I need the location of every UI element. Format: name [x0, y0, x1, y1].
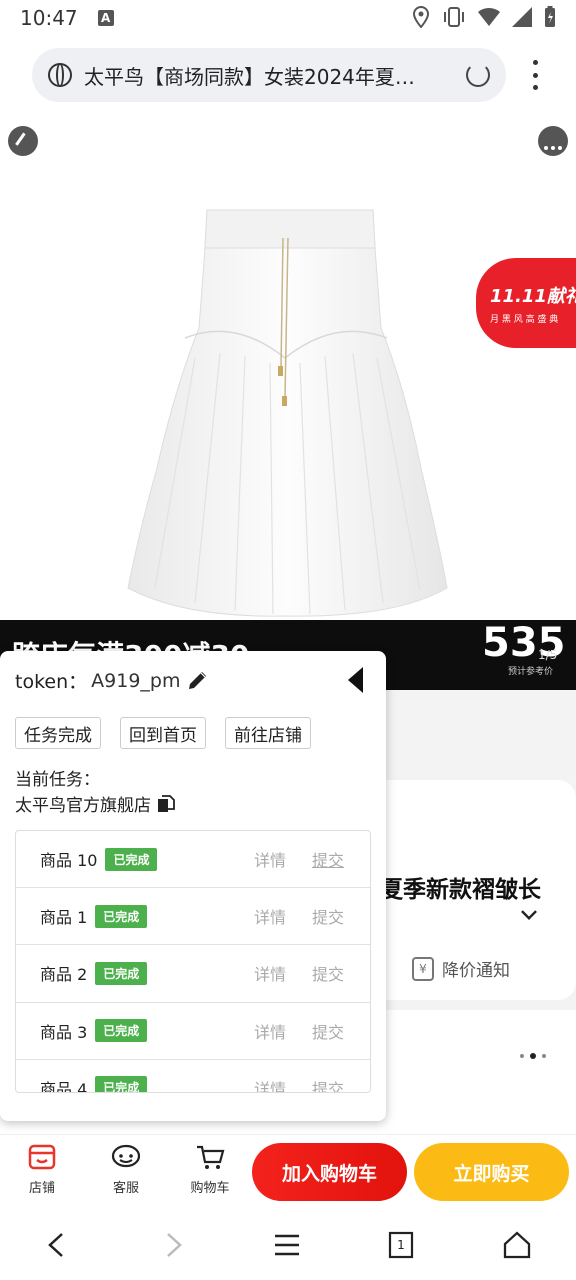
buy-now-button[interactable]: 立即购买	[414, 1143, 569, 1201]
image-pager: 1/5	[538, 648, 558, 662]
estimated-price-note: 预计参考价	[508, 667, 554, 677]
url-text[interactable]: 太平鸟【商场同款】女装2024年夏…	[84, 61, 454, 90]
add-to-cart-button[interactable]: 加入购物车	[252, 1143, 407, 1201]
current-task-label: 当前任务：	[15, 770, 100, 790]
status-icons	[412, 6, 556, 28]
shop-tab[interactable]: 店铺	[12, 1143, 72, 1196]
task-name: 商品 3	[40, 1022, 88, 1042]
product-image[interactable]: 11.11献礼 月 黑 风 高 盛 典	[0, 110, 576, 620]
detail-link[interactable]: 详情	[254, 1019, 286, 1043]
promo-badge-subtitle: 月 黑 风 高 盛 典	[490, 314, 559, 325]
product-title-fragment: 夏季新款褶皱长	[380, 877, 541, 903]
token-row: token： A919_pm	[15, 667, 180, 694]
back-home-button[interactable]: 回到首页	[120, 717, 206, 749]
edit-pencil-icon[interactable]	[186, 668, 210, 692]
task-row[interactable]: 商品 2 已完成 详情 提交	[16, 945, 370, 1003]
more-icon[interactable]	[538, 126, 568, 156]
price-alert-button[interactable]: ¥ 降价通知	[412, 956, 510, 981]
submit-link[interactable]: 提交	[312, 847, 344, 871]
status-time: 10:47	[20, 6, 78, 30]
current-shop-name: 太平鸟官方旗舰店	[15, 796, 151, 816]
go-shop-button[interactable]: 前往店铺	[225, 717, 311, 749]
tab-count: 1	[397, 1238, 405, 1252]
detail-link[interactable]: 详情	[254, 1076, 286, 1092]
task-name: 商品 10	[40, 851, 98, 871]
location-icon	[412, 6, 430, 28]
globe-icon	[48, 63, 72, 87]
shop-icon	[28, 1144, 56, 1170]
token-value: A919_pm	[91, 669, 181, 692]
tabs-nav-icon[interactable]: 1	[384, 1228, 418, 1262]
task-row[interactable]: 商品 10 已完成 详情 提交	[16, 831, 370, 889]
chat-icon	[111, 1144, 141, 1168]
signal-icon	[512, 7, 532, 27]
detail-link[interactable]: 详情	[254, 847, 286, 871]
detail-link[interactable]: 详情	[254, 961, 286, 985]
back-icon[interactable]	[8, 126, 38, 156]
promo-badge-title: 11.11献礼	[490, 285, 576, 307]
collapse-panel-icon[interactable]	[348, 667, 363, 693]
action-bar: 店铺 客服 购物车 加入购物车 立即购买	[0, 1134, 576, 1210]
vibrate-icon	[444, 7, 464, 27]
wifi-icon	[478, 7, 500, 27]
task-panel: token： A919_pm 任务完成 回到首页 前往店铺 当前任务： 太平鸟官…	[0, 651, 386, 1121]
task-row[interactable]: 商品 1 已完成 详情 提交	[16, 888, 370, 946]
submit-link[interactable]: 提交	[312, 904, 344, 928]
task-row[interactable]: 商品 4 已完成 详情 提交	[16, 1060, 370, 1093]
shop-tab-label: 店铺	[28, 1181, 55, 1196]
detail-link[interactable]: 详情	[254, 904, 286, 928]
done-badge: 已完成	[95, 961, 148, 985]
done-badge: 已完成	[95, 1076, 148, 1092]
task-done-button[interactable]: 任务完成	[15, 717, 101, 749]
submit-link[interactable]: 提交	[312, 1076, 344, 1092]
task-name: 商品 4	[40, 1079, 88, 1093]
promo-badge[interactable]: 11.11献礼 月 黑 风 高 盛 典	[476, 258, 576, 348]
submit-link[interactable]: 提交	[312, 961, 344, 985]
back-nav-icon[interactable]	[40, 1228, 74, 1262]
skirt-image	[127, 209, 448, 617]
token-label: token：	[15, 671, 88, 693]
service-tab-label: 客服	[112, 1181, 139, 1196]
copy-icon[interactable]	[157, 794, 175, 813]
cart-icon	[197, 1145, 225, 1169]
status-bar: 10:47 A	[0, 0, 576, 36]
reload-icon[interactable]	[466, 63, 490, 87]
browser-menu-icon[interactable]	[530, 60, 540, 90]
cart-tab[interactable]: 购物车	[180, 1143, 240, 1196]
menu-nav-icon[interactable]	[270, 1228, 304, 1262]
done-badge: 已完成	[95, 904, 148, 928]
done-badge: 已完成	[105, 847, 158, 871]
battery-icon	[545, 6, 555, 27]
current-shop: 太平鸟官方旗舰店	[15, 791, 175, 816]
task-name: 商品 2	[40, 965, 88, 985]
forward-nav-icon[interactable]	[156, 1228, 190, 1262]
service-tab[interactable]: 客服	[96, 1143, 156, 1196]
submit-link[interactable]: 提交	[312, 1019, 344, 1043]
done-badge: 已完成	[95, 1019, 148, 1043]
task-row[interactable]: 商品 3 已完成 详情 提交	[16, 1003, 370, 1060]
task-name: 商品 1	[40, 908, 88, 928]
task-list: 商品 10 已完成 详情 提交 商品 1 已完成 详情 提交 商品 2 已完成 …	[15, 830, 371, 1093]
address-bar[interactable]: 太平鸟【商场同款】女装2024年夏…	[32, 48, 506, 102]
cart-tab-label: 购物车	[190, 1181, 230, 1196]
system-nav: 1	[0, 1210, 576, 1280]
notification-a-icon: A	[97, 10, 114, 26]
price-alert-label: 降价通知	[442, 961, 510, 981]
home-nav-icon[interactable]	[500, 1228, 534, 1262]
yen-icon: ¥	[412, 956, 434, 981]
carousel-dots	[520, 1053, 546, 1059]
